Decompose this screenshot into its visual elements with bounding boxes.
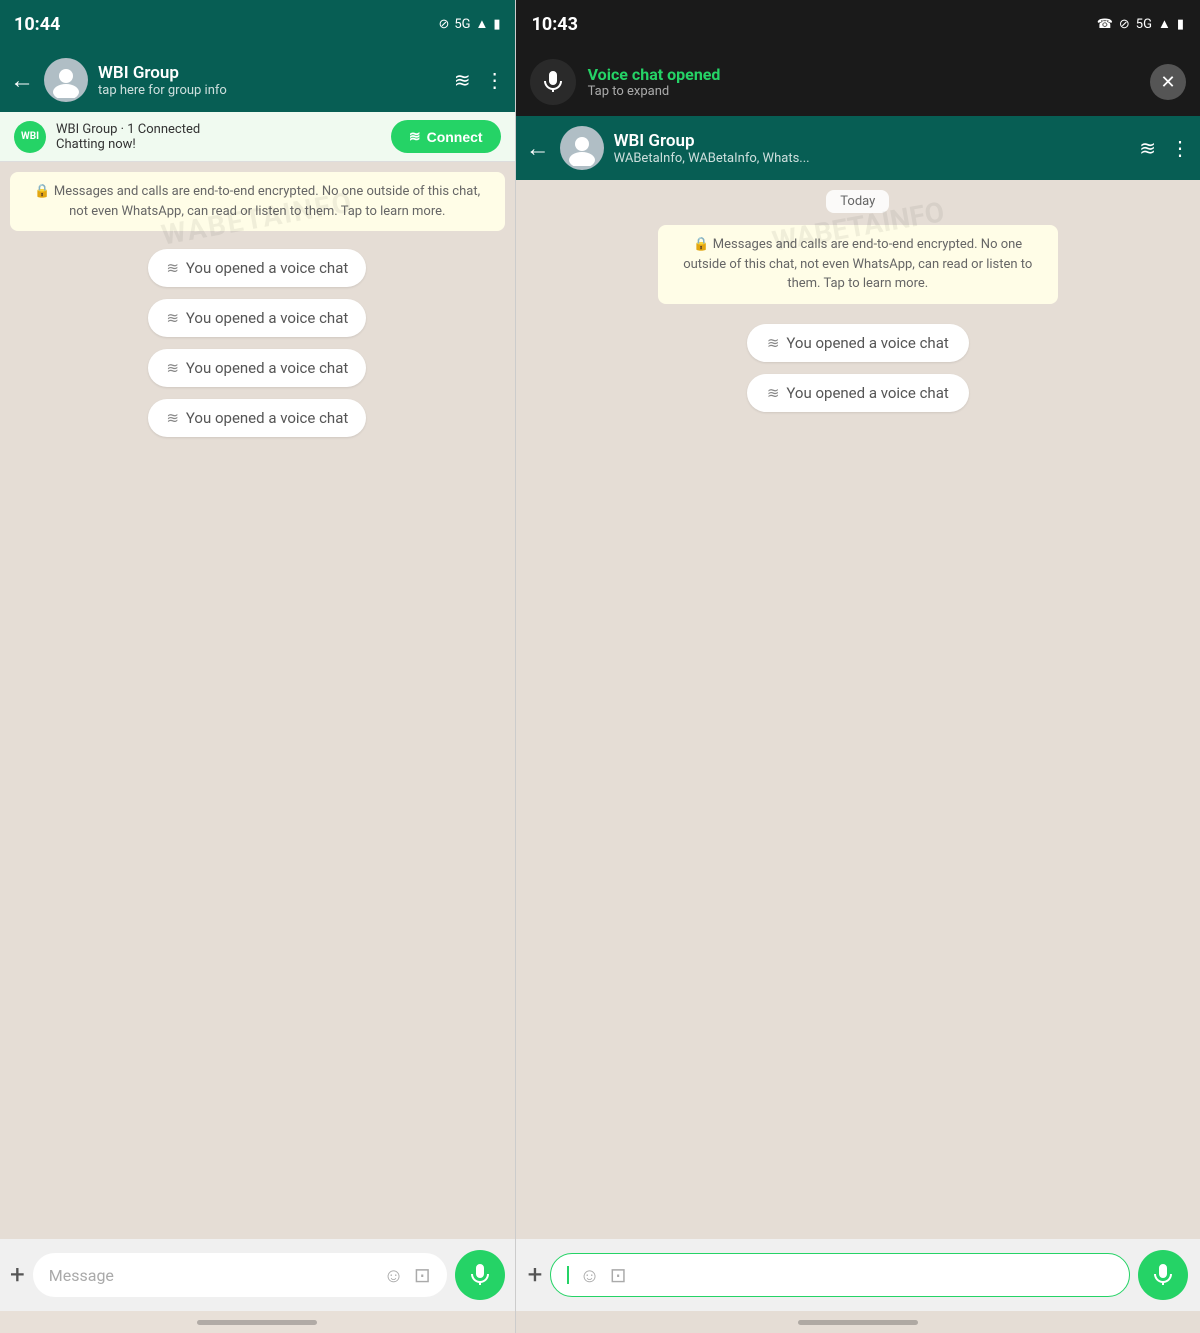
wave-icon-2: ≋ (166, 309, 178, 327)
right-status-icons: ☎ ⊘ 5G ▲ ▮ (1097, 16, 1184, 32)
header-info[interactable]: WBI Group tap here for group info (98, 63, 444, 98)
right-status-bar: 10:43 ☎ ⊘ 5G ▲ ▮ (516, 0, 1200, 48)
right-camera-icon[interactable]: ⊡ (610, 1263, 627, 1287)
right-mic-button[interactable] (1138, 1250, 1188, 1300)
left-chat-area: WABETAINFO 🔒 Messages and calls are end-… (0, 162, 515, 1239)
right-network-icon: 5G (1136, 17, 1152, 32)
left-message-field[interactable]: Message ☺ ⊡ (33, 1253, 447, 1297)
left-panel: 10:44 ⊘ 5G ▲ ▮ ← WBI Group tap here for … (0, 0, 515, 1333)
voice-notification-banner[interactable]: Voice chat opened Tap to expand ✕ (516, 48, 1200, 116)
voice-chat-message-3[interactable]: ≋ You opened a voice chat (148, 349, 366, 387)
right-home-bar (798, 1320, 918, 1325)
notif-title: Voice chat opened (588, 65, 1138, 84)
left-chat-header: ← WBI Group tap here for group info ≋ ⋮ (0, 48, 515, 112)
notif-mic-icon (541, 70, 565, 94)
wave-icon-1: ≋ (166, 259, 178, 277)
right-emoji-icon[interactable]: ☺ (579, 1263, 599, 1288)
group-avatar (44, 58, 88, 102)
network-icon: 5G (454, 17, 470, 32)
left-message-placeholder: Message (49, 1266, 374, 1285)
connect-wave-icon: ≋ (409, 128, 421, 145)
wave-icon-4: ≋ (166, 409, 178, 427)
left-home-bar (197, 1320, 317, 1325)
right-lock-icon: 🔒 (693, 237, 709, 252)
left-status-icons: ⊘ 5G ▲ ▮ (438, 16, 500, 32)
voice-chat-text-1: You opened a voice chat (186, 259, 348, 277)
right-chat-header: ← WBI Group WABetaInfo, WABetaInfo, What… (516, 116, 1200, 180)
connect-label: Connect (427, 129, 483, 145)
left-camera-icon[interactable]: ⊡ (414, 1263, 431, 1287)
notif-mic-button[interactable] (530, 59, 576, 105)
right-chat-area: WABETAINFO Today 🔒 Messages and calls ar… (516, 180, 1200, 1239)
right-voice-chat-text-2: You opened a voice chat (786, 384, 948, 402)
right-voice-chat-message-2[interactable]: ≋ You opened a voice chat (747, 374, 969, 412)
right-home-indicator (516, 1311, 1200, 1333)
right-wave-icon-2: ≋ (767, 384, 779, 402)
notif-close-button[interactable]: ✕ (1150, 64, 1186, 100)
right-dnd-icon: ⊘ (1119, 17, 1130, 32)
right-wave-icon-1: ≋ (767, 334, 779, 352)
chatting-text: Chatting now! (56, 137, 200, 152)
right-encryption-text: Messages and calls are end-to-end encryp… (683, 237, 1032, 291)
notif-subtitle: Tap to expand (588, 84, 1138, 99)
group-name: WBI Group (98, 63, 444, 83)
voice-chat-message-4[interactable]: ≋ You opened a voice chat (148, 399, 366, 437)
right-back-button[interactable]: ← (526, 134, 550, 163)
encryption-text: Messages and calls are end-to-end encryp… (54, 184, 480, 219)
right-voice-chat-message-1[interactable]: ≋ You opened a voice chat (747, 324, 969, 362)
right-mic-icon (1151, 1263, 1175, 1287)
more-options-icon[interactable]: ⋮ (485, 68, 505, 92)
connected-text: WBI Group · 1 Connected (56, 122, 200, 137)
battery-icon: ▮ (493, 17, 500, 32)
signal-icon: ▲ (476, 16, 489, 32)
right-group-subtitle: WABetaInfo, WABetaInfo, Whats... (614, 151, 1130, 166)
left-status-bar: 10:44 ⊘ 5G ▲ ▮ (0, 0, 515, 48)
right-time: 10:43 (532, 14, 578, 35)
voice-chat-message-2[interactable]: ≋ You opened a voice chat (148, 299, 366, 337)
right-phone-icon: ☎ (1097, 17, 1113, 32)
text-cursor (567, 1266, 569, 1284)
right-header-actions: ≋ ⋮ (1139, 136, 1190, 160)
right-group-avatar (560, 126, 604, 170)
right-input-bar: + ☺ ⊡ (516, 1239, 1200, 1311)
left-encryption-notice: 🔒 Messages and calls are end-to-end encr… (10, 172, 505, 231)
connect-button[interactable]: ≋ Connect (391, 120, 501, 153)
wbi-badge: WBI (14, 121, 46, 153)
left-plus-icon[interactable]: + (10, 1260, 25, 1290)
do-not-disturb-icon: ⊘ (438, 17, 449, 32)
back-button[interactable]: ← (10, 66, 34, 95)
voice-chat-text-2: You opened a voice chat (186, 309, 348, 327)
right-voice-wave-icon[interactable]: ≋ (1139, 136, 1156, 160)
close-icon: ✕ (1160, 72, 1175, 93)
group-subtitle: tap here for group info (98, 83, 444, 98)
voice-banner-left: WBI WBI Group · 1 Connected Chatting now… (14, 121, 200, 153)
voice-banner: WBI WBI Group · 1 Connected Chatting now… (0, 112, 515, 162)
lock-icon: 🔒 (34, 184, 50, 199)
voice-chat-text-4: You opened a voice chat (186, 409, 348, 427)
left-emoji-icon[interactable]: ☺ (383, 1263, 403, 1288)
left-mic-icon (468, 1263, 492, 1287)
wave-icon-3: ≋ (166, 359, 178, 377)
voice-banner-text-block: WBI Group · 1 Connected Chatting now! (56, 122, 200, 152)
left-input-bar: + Message ☺ ⊡ (0, 1239, 515, 1311)
voice-wave-icon[interactable]: ≋ (454, 68, 471, 92)
header-actions: ≋ ⋮ (454, 68, 505, 92)
right-more-options-icon[interactable]: ⋮ (1170, 136, 1190, 160)
voice-chat-message-1[interactable]: ≋ You opened a voice chat (148, 249, 366, 287)
left-time: 10:44 (14, 14, 60, 35)
left-mic-button[interactable] (455, 1250, 505, 1300)
right-signal-icon: ▲ (1158, 16, 1171, 32)
right-group-name: WBI Group (614, 131, 1130, 151)
right-panel: 10:43 ☎ ⊘ 5G ▲ ▮ Voice chat opened Tap t… (516, 0, 1200, 1333)
right-battery-icon: ▮ (1177, 17, 1184, 32)
notif-text-block: Voice chat opened Tap to expand (588, 65, 1138, 99)
left-home-indicator (0, 1311, 515, 1333)
right-voice-chat-text-1: You opened a voice chat (786, 334, 948, 352)
right-message-field[interactable]: ☺ ⊡ (550, 1253, 1130, 1297)
right-header-info[interactable]: WBI Group WABetaInfo, WABetaInfo, Whats.… (614, 131, 1130, 166)
today-badge: Today (826, 190, 889, 213)
voice-chat-text-3: You opened a voice chat (186, 359, 348, 377)
right-encryption-notice: 🔒 Messages and calls are end-to-end encr… (658, 225, 1058, 304)
right-plus-icon[interactable]: + (528, 1260, 543, 1290)
